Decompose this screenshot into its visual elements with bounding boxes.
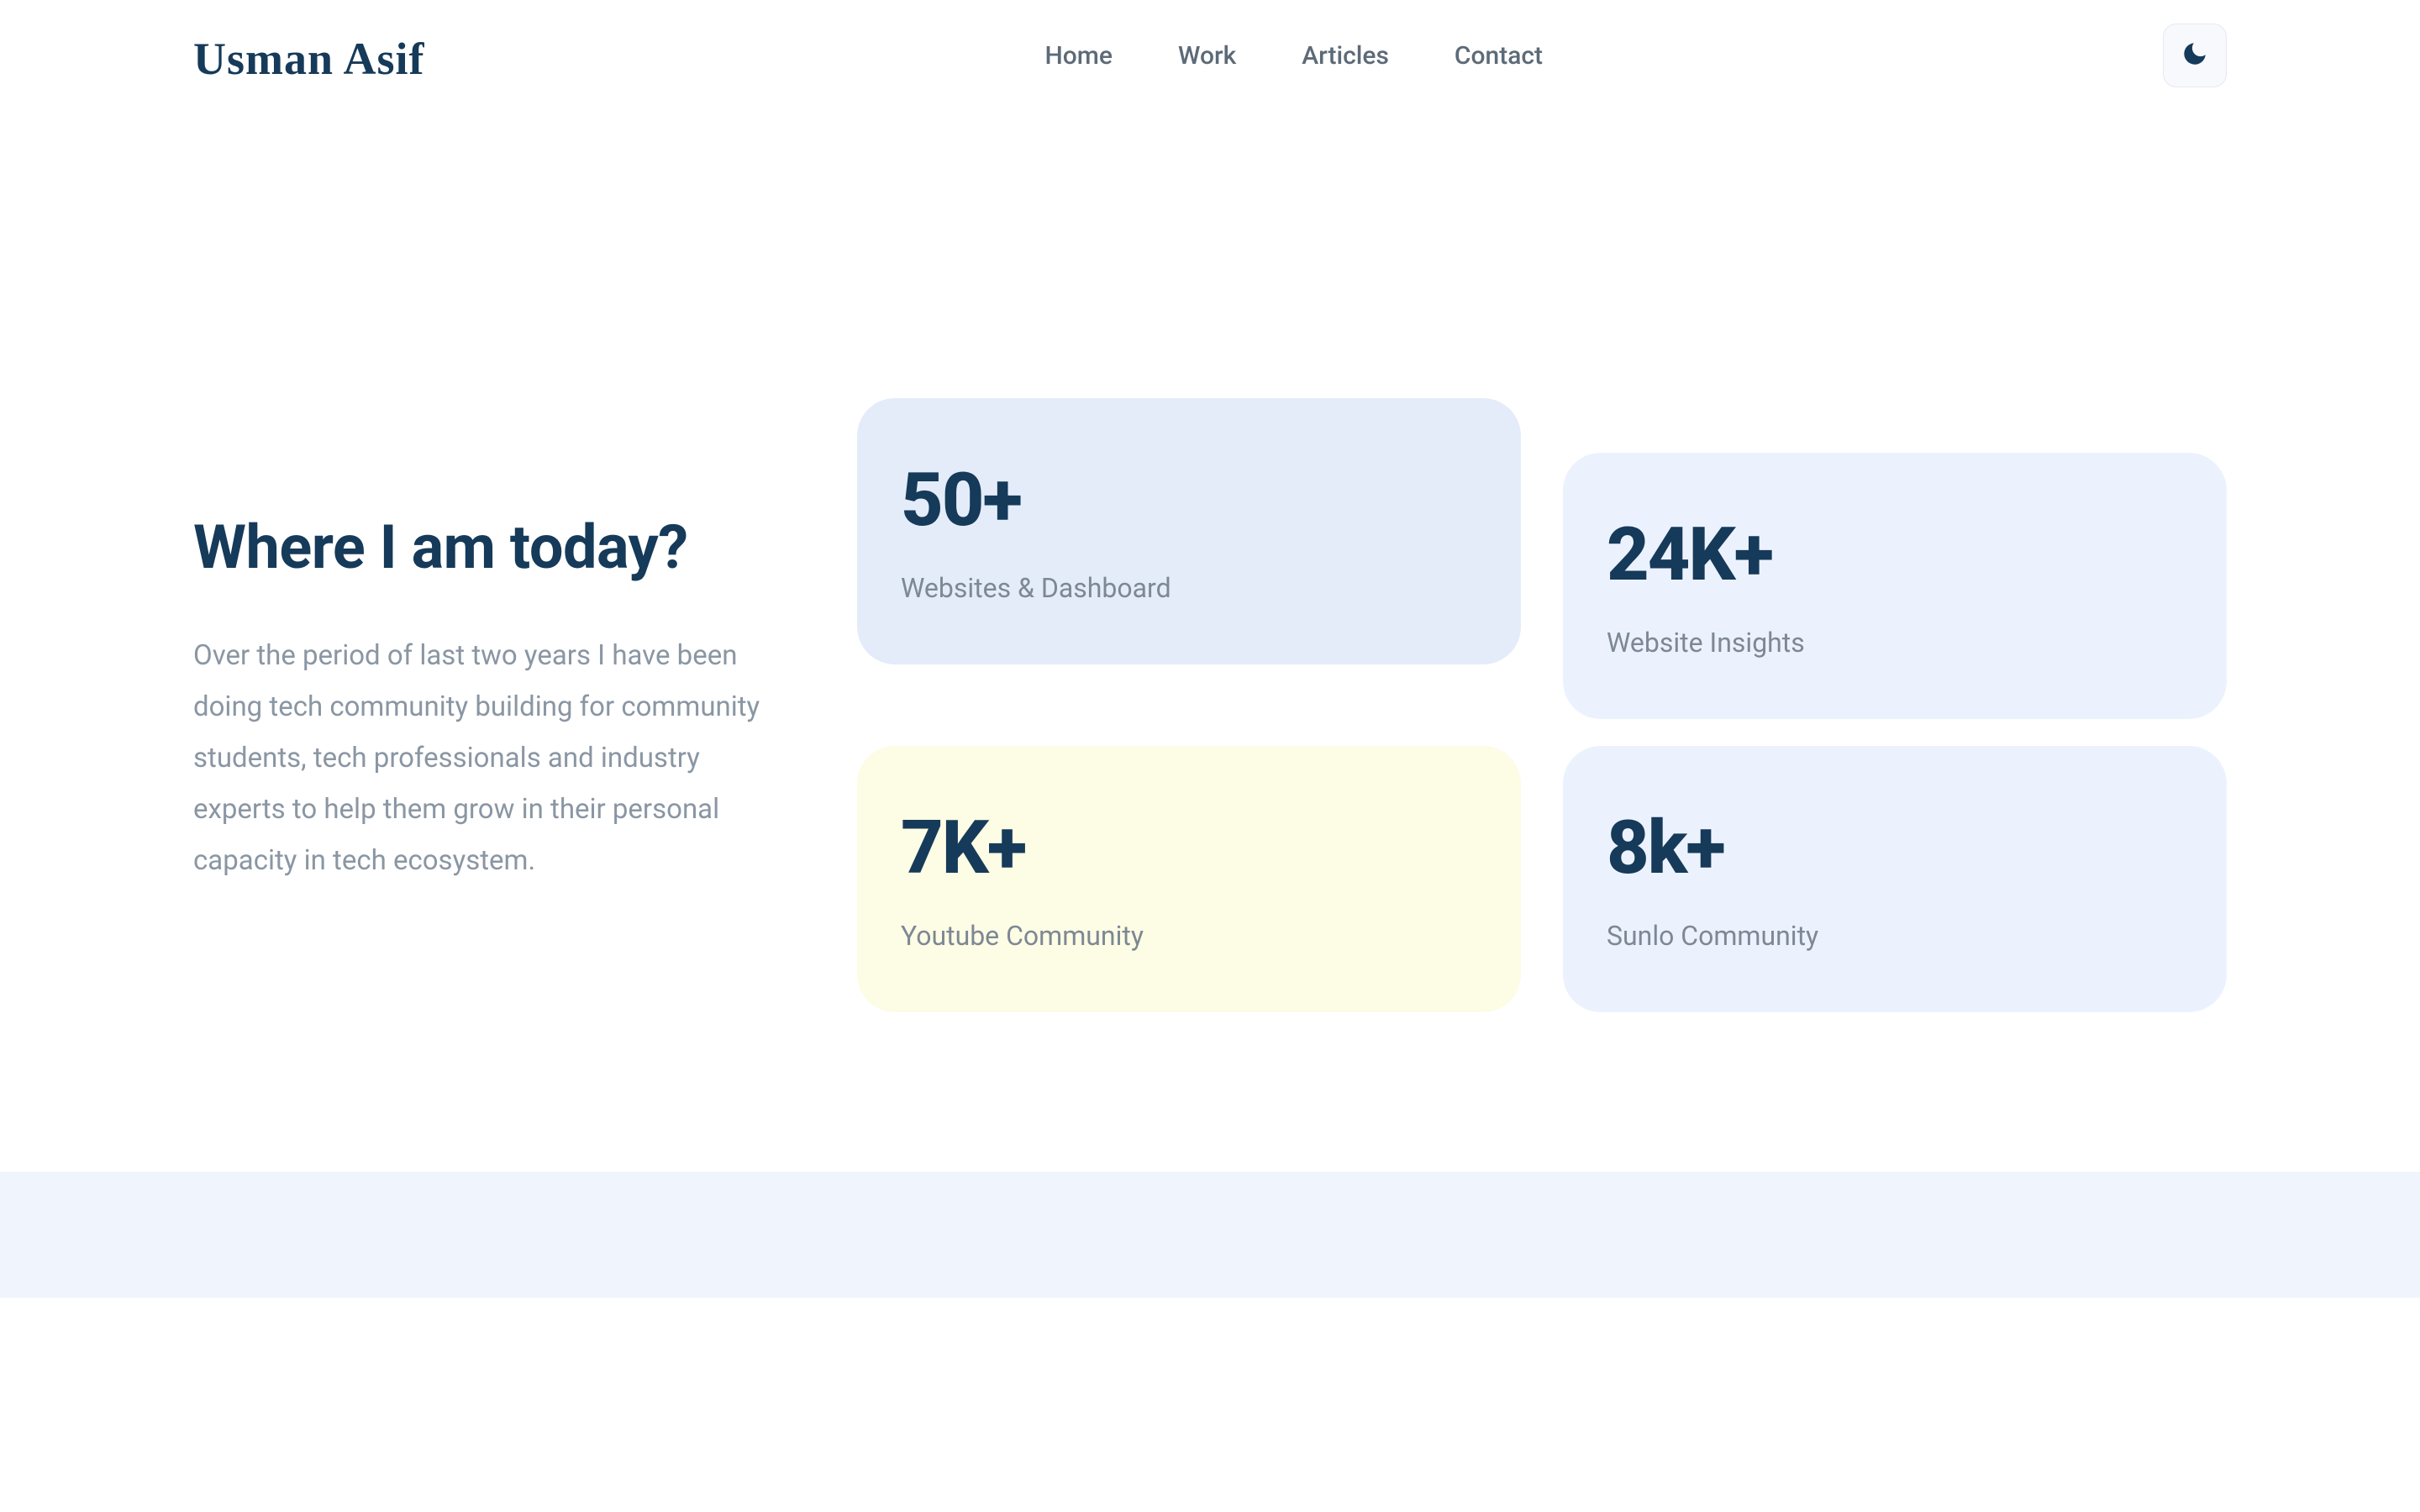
- stat-label: Websites & Dashboard: [901, 572, 1477, 604]
- theme-toggle-button[interactable]: [2163, 24, 2227, 87]
- stat-value: 8k+: [1607, 805, 2183, 891]
- stat-card-websites: 50+ Websites & Dashboard: [857, 398, 1521, 664]
- nav-link-work[interactable]: Work: [1178, 41, 1236, 71]
- brand-logo[interactable]: Usman Asif: [193, 33, 425, 85]
- stat-value: 7K+: [901, 805, 1477, 891]
- hero-body: Over the period of last two years I have…: [193, 630, 798, 886]
- hero-section: Where I am today? Over the period of las…: [0, 87, 2420, 1012]
- nav-link-contact[interactable]: Contact: [1455, 41, 1543, 71]
- hero-text-column: Where I am today? Over the period of las…: [193, 398, 798, 1012]
- stat-label: Youtube Community: [901, 920, 1477, 952]
- stat-card-youtube: 7K+ Youtube Community: [857, 746, 1521, 1012]
- stat-label: Sunlo Community: [1607, 920, 2183, 952]
- stats-grid: 50+ Websites & Dashboard 24K+ Website In…: [857, 398, 2227, 1012]
- nav-link-home[interactable]: Home: [1044, 41, 1113, 71]
- footer-band: [0, 1172, 2420, 1298]
- stat-label: Website Insights: [1607, 627, 2183, 659]
- stat-value: 50+: [901, 457, 1477, 543]
- stat-value: 24K+: [1607, 512, 2183, 598]
- moon-icon: [2181, 39, 2209, 71]
- stat-card-sunlo: 8k+ Sunlo Community: [1563, 746, 2227, 1012]
- site-header: Usman Asif Home Work Articles Contact: [0, 0, 2420, 87]
- stat-card-insights: 24K+ Website Insights: [1563, 453, 2227, 719]
- hero-title: Where I am today?: [193, 516, 798, 580]
- primary-nav: Home Work Articles Contact: [1044, 41, 1543, 71]
- nav-link-articles[interactable]: Articles: [1302, 41, 1389, 71]
